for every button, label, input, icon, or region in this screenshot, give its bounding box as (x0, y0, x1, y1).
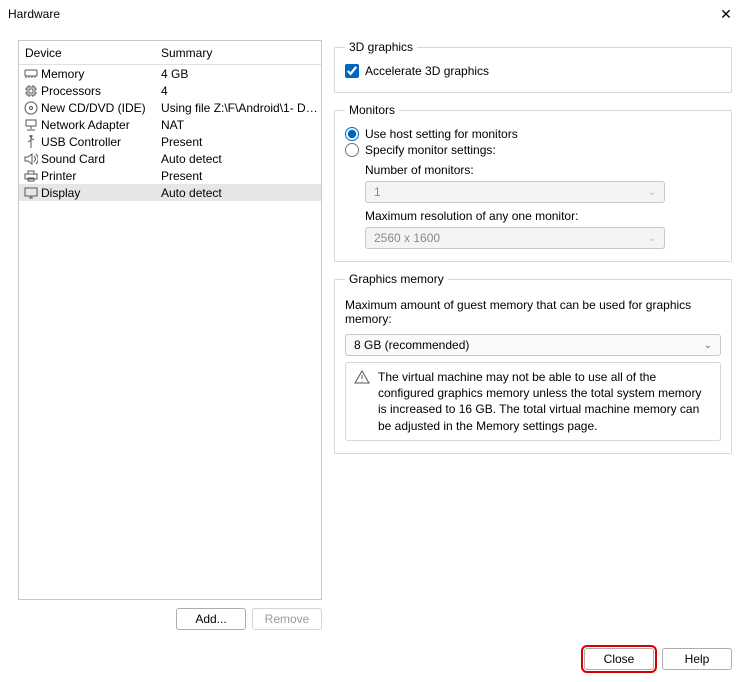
display-icon (23, 186, 39, 200)
device-summary: Auto detect (157, 186, 321, 200)
device-summary: Present (157, 169, 321, 183)
device-summary: Present (157, 135, 321, 149)
memory-icon (23, 67, 39, 81)
window-title: Hardware (8, 7, 60, 21)
close-icon[interactable]: ✕ (710, 0, 742, 28)
device-summary: 4 GB (157, 67, 321, 81)
group-monitors: Monitors Use host setting for monitors S… (334, 103, 732, 262)
device-row-processors[interactable]: Processors 4 (19, 82, 321, 99)
max-res-label: Maximum resolution of any one monitor: (365, 209, 721, 223)
max-res-select: 2560 x 1600 ⌄ (365, 227, 665, 249)
device-row-cddvd[interactable]: New CD/DVD (IDE) Using file Z:\F\Android… (19, 99, 321, 116)
device-row-printer[interactable]: Printer Present (19, 167, 321, 184)
list-header: Device Summary (19, 41, 321, 65)
device-label: Memory (39, 67, 157, 81)
usb-icon (23, 135, 39, 149)
device-label: Printer (39, 169, 157, 183)
device-summary: Using file Z:\F\Android\1- De... (157, 101, 321, 115)
device-row-display[interactable]: Display Auto detect (19, 184, 321, 201)
close-button[interactable]: Close (584, 648, 654, 670)
num-monitors-label: Number of monitors: (365, 163, 721, 177)
remove-button: Remove (252, 608, 322, 630)
group-3d-graphics: 3D graphics Accelerate 3D graphics (334, 40, 732, 93)
num-monitors-value: 1 (374, 185, 381, 199)
device-summary: NAT (157, 118, 321, 132)
radio-use-host[interactable] (345, 127, 359, 141)
device-row-memory[interactable]: Memory 4 GB (19, 65, 321, 82)
accelerate-3d-row[interactable]: Accelerate 3D graphics (345, 64, 721, 78)
chevron-down-icon: ⌄ (648, 187, 656, 198)
device-summary: Auto detect (157, 152, 321, 166)
sound-icon (23, 152, 39, 166)
graphics-memory-select[interactable]: 8 GB (recommended) ⌄ (345, 334, 721, 356)
device-summary: 4 (157, 84, 321, 98)
device-label: Sound Card (39, 152, 157, 166)
radio-use-host-label: Use host setting for monitors (365, 127, 518, 141)
max-res-value: 2560 x 1600 (374, 231, 440, 245)
group-graphics-memory: Graphics memory Maximum amount of guest … (334, 272, 732, 454)
warning-text: The virtual machine may not be able to u… (378, 369, 712, 434)
graphics-memory-desc: Maximum amount of guest memory that can … (345, 298, 721, 326)
accelerate-3d-label: Accelerate 3D graphics (365, 64, 489, 78)
radio-specify-row[interactable]: Specify monitor settings: (345, 143, 721, 157)
column-device[interactable]: Device (19, 46, 157, 60)
add-button[interactable]: Add... (176, 608, 246, 630)
titlebar: Hardware ✕ (0, 0, 750, 28)
column-summary[interactable]: Summary (157, 46, 321, 60)
chevron-down-icon: ⌄ (648, 233, 656, 244)
group-legend: Monitors (345, 103, 399, 117)
device-row-usb[interactable]: USB Controller Present (19, 133, 321, 150)
help-button[interactable]: Help (662, 648, 732, 670)
cpu-icon (23, 84, 39, 98)
num-monitors-select: 1 ⌄ (365, 181, 665, 203)
radio-specify[interactable] (345, 143, 359, 157)
network-icon (23, 118, 39, 132)
device-row-network[interactable]: Network Adapter NAT (19, 116, 321, 133)
disc-icon (23, 101, 39, 115)
device-label: Processors (39, 84, 157, 98)
printer-icon (23, 169, 39, 183)
device-label: USB Controller (39, 135, 157, 149)
accelerate-3d-checkbox[interactable] (345, 64, 359, 78)
device-label: Display (39, 186, 157, 200)
chevron-down-icon: ⌄ (704, 340, 712, 351)
group-legend: Graphics memory (345, 272, 448, 286)
device-label: Network Adapter (39, 118, 157, 132)
device-row-sound[interactable]: Sound Card Auto detect (19, 150, 321, 167)
group-legend: 3D graphics (345, 40, 417, 54)
warning-icon (354, 369, 370, 385)
warning-box: The virtual machine may not be able to u… (345, 362, 721, 441)
device-list[interactable]: Device Summary Memory 4 GB Processors 4 (18, 40, 322, 600)
radio-host-row[interactable]: Use host setting for monitors (345, 127, 721, 141)
graphics-memory-value: 8 GB (recommended) (354, 338, 469, 352)
device-label: New CD/DVD (IDE) (39, 101, 157, 115)
radio-specify-label: Specify monitor settings: (365, 143, 496, 157)
